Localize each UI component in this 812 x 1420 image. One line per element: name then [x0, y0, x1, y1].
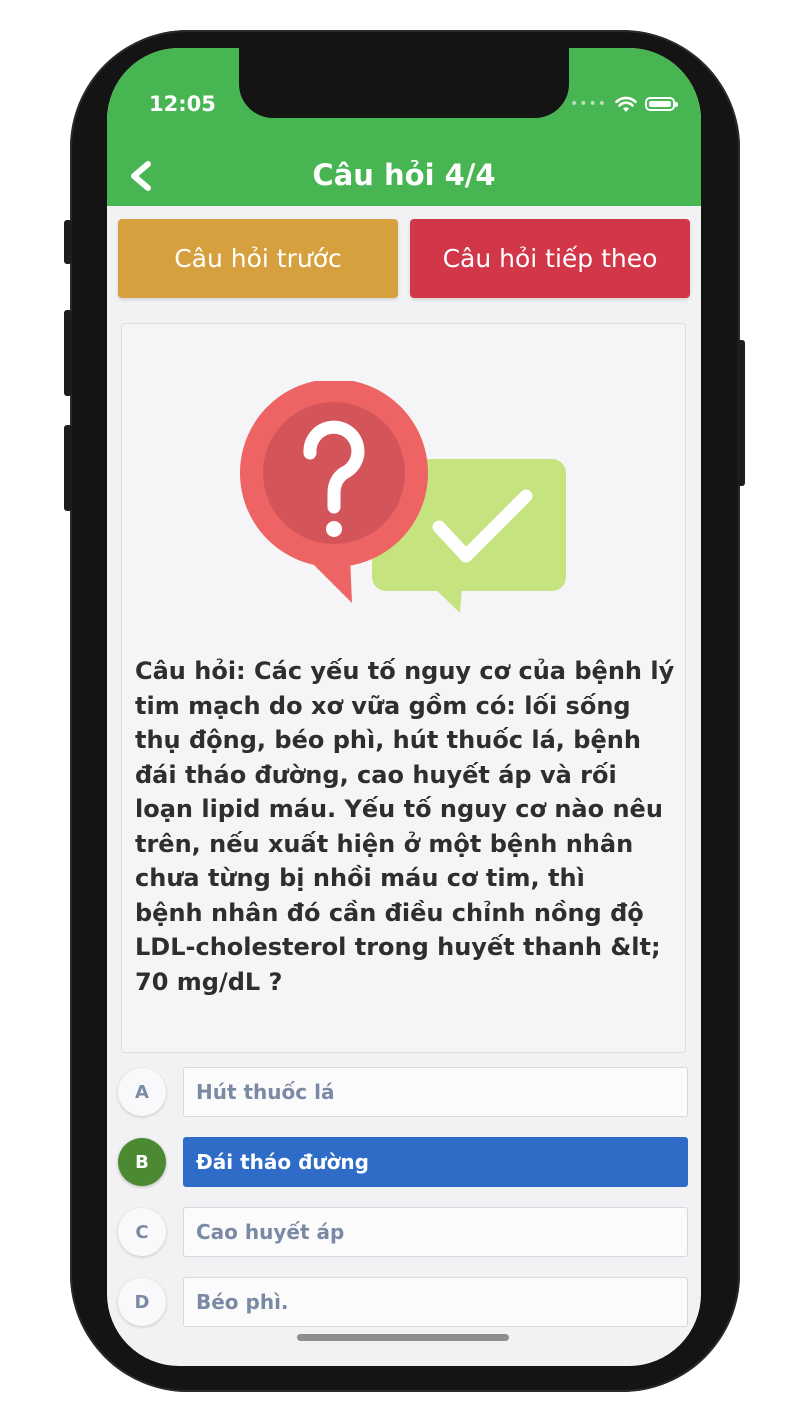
wifi-icon — [615, 96, 637, 112]
app-header: 12:05 •••• Câu hỏi 4/4 — [107, 48, 701, 206]
option-a-letter[interactable]: A — [118, 1068, 166, 1116]
question-answer-icon — [240, 381, 566, 613]
question-text: Câu hỏi: Các yếu tố nguy cơ của bệnh lý … — [135, 657, 675, 996]
app-screen: 12:05 •••• Câu hỏi 4/4 Câu hỏi trước Câu… — [107, 48, 701, 1366]
page-title: Câu hỏi 4/4 — [312, 158, 496, 192]
notch — [239, 48, 569, 118]
option-a[interactable]: Hút thuốc lá — [183, 1067, 688, 1117]
volume-up-button — [64, 310, 72, 396]
option-d[interactable]: Béo phì. — [183, 1277, 688, 1327]
option-b-letter[interactable]: B — [118, 1138, 166, 1186]
power-button — [737, 340, 745, 486]
signal-dots-icon: •••• — [569, 96, 607, 112]
home-indicator — [297, 1334, 509, 1341]
mute-switch — [64, 220, 72, 264]
volume-down-button — [64, 425, 72, 511]
status-time: 12:05 — [149, 92, 216, 116]
next-question-button[interactable]: Câu hỏi tiếp theo — [410, 219, 690, 298]
status-icons: •••• — [569, 94, 678, 114]
option-c-letter[interactable]: C — [118, 1208, 166, 1256]
option-b[interactable]: Đái tháo đường — [183, 1137, 688, 1187]
question-card: Câu hỏi: Các yếu tố nguy cơ của bệnh lý … — [121, 323, 686, 1053]
option-c[interactable]: Cao huyết áp — [183, 1207, 688, 1257]
previous-question-button[interactable]: Câu hỏi trước — [118, 219, 398, 298]
battery-icon — [645, 97, 678, 111]
option-d-letter[interactable]: D — [118, 1278, 166, 1326]
